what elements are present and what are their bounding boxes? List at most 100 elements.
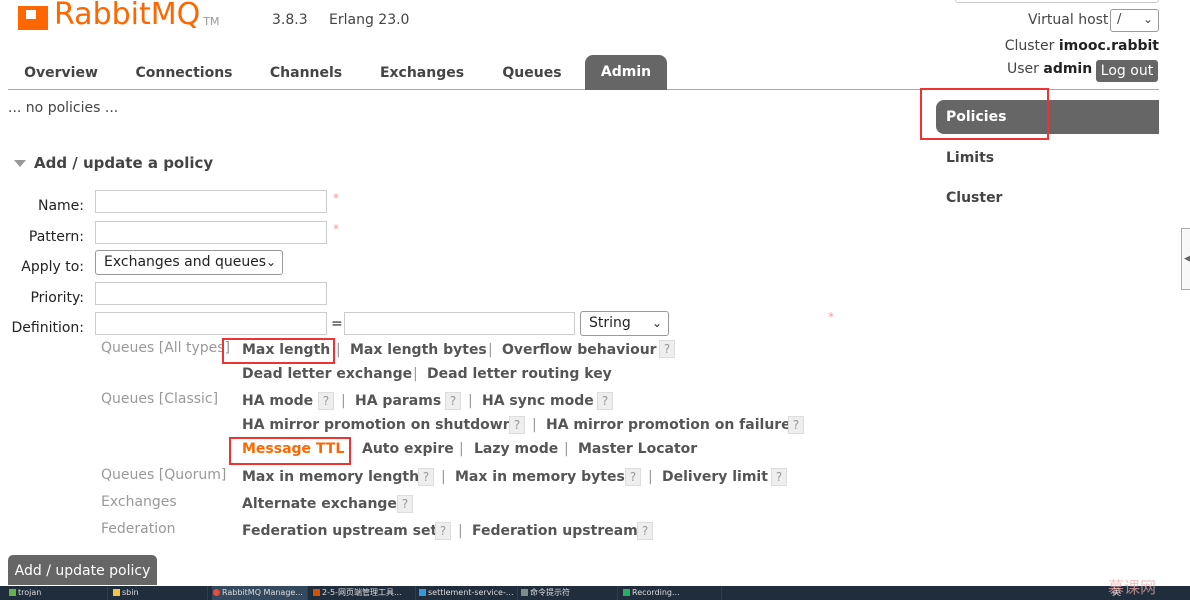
terminal-icon	[521, 589, 528, 596]
chevron-down-icon: ⌄	[265, 255, 276, 269]
help-question-icon[interactable]: ?	[318, 392, 334, 410]
highlight-box-policies	[920, 88, 1049, 140]
taskbar-item-recording[interactable]: Recording...	[622, 586, 722, 600]
help-question-icon[interactable]: ?	[445, 392, 461, 410]
definition-key-input[interactable]	[95, 312, 327, 335]
separator: |	[336, 342, 341, 358]
definition-type-value: String	[589, 315, 631, 331]
help-question-icon[interactable]: ?	[397, 495, 413, 513]
help-link-auto-expire[interactable]: Auto expire	[362, 441, 454, 457]
sidebar-item-limits[interactable]: Limits	[946, 150, 994, 166]
pattern-required-mark: *	[333, 222, 339, 236]
help-link-alternate-exchange[interactable]: Alternate exchange	[242, 496, 397, 512]
chevron-down-icon: ⌄	[651, 316, 662, 330]
cluster-info: Cluster imooc.rabbit	[1005, 38, 1159, 54]
help-link-ha-params[interactable]: HA params	[355, 393, 441, 409]
group-label-queues-quorum: Queues [Quorum]	[101, 467, 227, 483]
pattern-input[interactable]	[95, 221, 327, 244]
priority-input[interactable]	[95, 282, 327, 305]
virtual-host-select[interactable]: / ⌄	[1110, 9, 1159, 32]
add-update-policy-button[interactable]: Add / update policy	[8, 555, 157, 585]
help-link-federation-upstream[interactable]: Federation upstream	[472, 523, 638, 539]
taskbar-item-cmd[interactable]: 命令提示符	[520, 586, 618, 600]
chevron-down-icon: ⌄	[1142, 12, 1153, 26]
folder-icon	[113, 589, 120, 596]
ide-icon	[419, 589, 426, 596]
tab-channels[interactable]: Channels	[254, 56, 358, 90]
tab-admin[interactable]: Admin	[585, 55, 667, 90]
chrome-icon	[213, 589, 220, 596]
help-link-master-locator[interactable]: Master Locator	[578, 441, 697, 457]
no-policies-text: ... no policies ...	[8, 100, 119, 116]
help-link-delivery-limit[interactable]: Delivery limit	[662, 469, 768, 485]
cluster-label: Cluster	[1004, 38, 1055, 54]
name-label: Name:	[37, 198, 84, 214]
rabbitmq-logo-icon	[18, 6, 48, 30]
section-title: Add / update a policy	[34, 154, 214, 172]
tab-queues[interactable]: Queues	[486, 56, 578, 90]
highlight-box-message-ttl	[229, 437, 351, 465]
apply-to-label: Apply to:	[21, 259, 84, 275]
help-question-icon[interactable]: ?	[418, 468, 434, 486]
help-link-dead-letter-exchange[interactable]: Dead letter exchange	[242, 366, 412, 382]
sidebar-item-cluster[interactable]: Cluster	[946, 190, 1002, 206]
search-input[interactable]	[955, 0, 1159, 3]
virtual-host-value: /	[1117, 12, 1122, 27]
windows-taskbar: trojan sbin RabbitMQ Manage... 2-5-网页端管理…	[0, 586, 1190, 600]
definition-required-mark: *	[828, 310, 834, 324]
help-question-icon[interactable]: ?	[625, 468, 641, 486]
separator: |	[441, 469, 446, 485]
virtual-host-label: Virtual host	[1028, 12, 1109, 28]
help-question-icon[interactable]: ?	[435, 522, 451, 540]
separator: |	[532, 417, 537, 433]
taskbar-item-trojan[interactable]: trojan	[8, 586, 108, 600]
main-nav-tabs: Overview Connections Channels Exchanges …	[8, 55, 1159, 90]
rabbitmq-logo[interactable]: RabbitMQ TM	[18, 0, 219, 30]
definition-type-select[interactable]: String ⌄	[580, 311, 669, 336]
apply-to-value: Exchanges and queues	[104, 254, 267, 270]
apply-to-select[interactable]: Exchanges and queues ⌄	[95, 250, 283, 275]
help-link-ha-mode[interactable]: HA mode	[242, 393, 313, 409]
group-label-queues-classic: Queues [Classic]	[101, 391, 219, 407]
help-link-dead-letter-routing-key[interactable]: Dead letter routing key	[427, 366, 612, 382]
help-question-icon[interactable]: ?	[597, 392, 613, 410]
help-question-icon[interactable]: ?	[788, 416, 804, 434]
help-link-ha-sync-mode[interactable]: HA sync mode	[482, 393, 594, 409]
help-question-icon[interactable]: ?	[509, 416, 525, 434]
priority-label: Priority:	[30, 290, 84, 306]
help-link-ha-mirror-promotion-on-shutdown[interactable]: HA mirror promotion on shutdown	[242, 417, 513, 433]
help-link-max-in-memory-length[interactable]: Max in memory length	[242, 469, 419, 485]
pattern-label: Pattern:	[28, 229, 84, 245]
separator: |	[413, 366, 418, 382]
app-icon	[9, 589, 16, 596]
help-link-max-in-memory-bytes[interactable]: Max in memory bytes	[455, 469, 625, 485]
watermark-logo: 慕课网	[1108, 578, 1157, 597]
help-question-icon[interactable]: ?	[771, 468, 787, 486]
cluster-name: imooc.rabbit	[1058, 38, 1159, 54]
taskbar-item-chrome[interactable]: RabbitMQ Manage...	[212, 586, 308, 600]
separator: |	[648, 469, 653, 485]
logo-text: RabbitMQ	[54, 0, 201, 32]
help-question-icon[interactable]: ?	[659, 340, 675, 358]
separator: |	[341, 393, 346, 409]
tab-connections[interactable]: Connections	[121, 56, 247, 90]
help-link-lazy-mode[interactable]: Lazy mode	[474, 441, 558, 457]
sidebar-collapse-handle[interactable]: ◀	[1181, 228, 1190, 290]
taskbar-item-powerpoint[interactable]: 2-5-网页端管理工具...	[312, 586, 416, 600]
group-label-exchanges: Exchanges	[101, 494, 177, 510]
taskbar-item-ide[interactable]: settlement-service-...	[418, 586, 518, 600]
help-question-icon[interactable]: ?	[637, 522, 653, 540]
add-policy-section-toggle[interactable]: Add / update a policy	[14, 154, 213, 172]
tab-overview[interactable]: Overview	[8, 56, 114, 90]
definition-label: Definition:	[11, 320, 84, 336]
separator: |	[488, 342, 493, 358]
help-link-max-length-bytes[interactable]: Max length bytes	[350, 342, 487, 358]
tab-exchanges[interactable]: Exchanges	[365, 56, 479, 90]
help-link-overflow-behaviour[interactable]: Overflow behaviour	[502, 342, 657, 358]
name-input[interactable]	[95, 190, 327, 213]
erlang-version-label: Erlang 23.0	[329, 12, 410, 28]
help-link-ha-mirror-promotion-on-failure[interactable]: HA mirror promotion on failure	[546, 417, 791, 433]
taskbar-item-sbin[interactable]: sbin	[112, 586, 208, 600]
help-link-federation-upstream-set[interactable]: Federation upstream set	[242, 523, 437, 539]
definition-value-input[interactable]	[344, 312, 575, 335]
